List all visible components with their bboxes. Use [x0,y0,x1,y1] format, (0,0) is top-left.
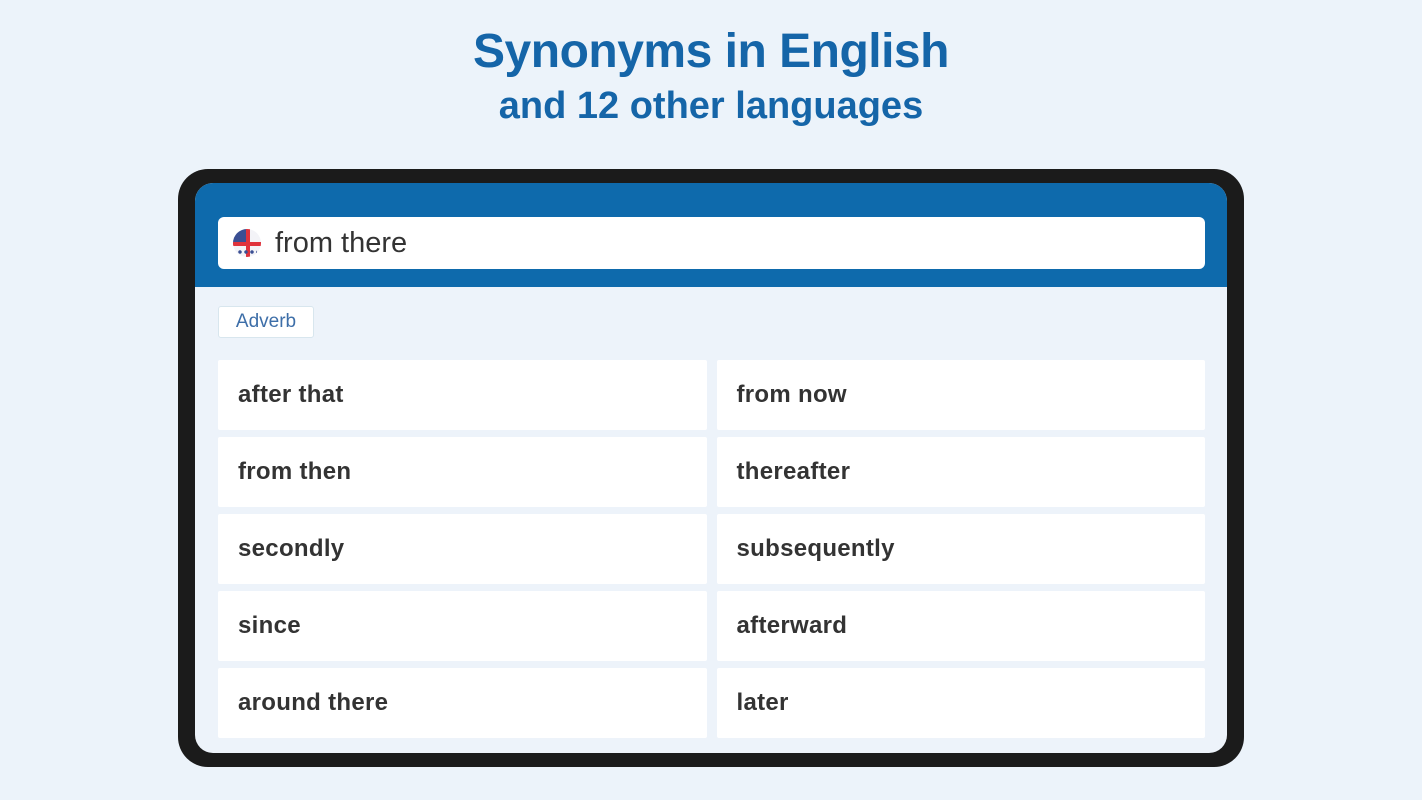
tablet-frame: from there Adverb after that from now fr… [178,169,1244,767]
synonym-list: after that from now from then thereafter… [218,360,1205,738]
synonym-item[interactable]: since [218,591,707,661]
synonym-item[interactable]: from now [716,360,1205,430]
synonym-item[interactable]: later [716,668,1205,738]
synonym-item[interactable]: thereafter [716,437,1205,507]
search-input[interactable]: from there [218,217,1205,269]
synonym-item[interactable]: afterward [716,591,1205,661]
synonym-item[interactable]: secondly [218,514,707,584]
app-screen: from there Adverb after that from now fr… [195,183,1227,753]
uk-flag-icon[interactable] [233,229,261,257]
synonym-item[interactable]: around there [218,668,707,738]
promo-subtitle: and 12 other languages [498,85,924,127]
promo-headline: Synonyms in English and 12 other languag… [0,22,1422,130]
part-of-speech-badge[interactable]: Adverb [218,306,314,338]
promo-title: Synonyms in English [473,25,949,78]
app-header: from there [195,183,1227,287]
synonym-item[interactable]: subsequently [716,514,1205,584]
search-query[interactable]: from there [275,227,407,260]
synonym-item[interactable]: after that [218,360,707,430]
synonym-item[interactable]: from then [218,437,707,507]
